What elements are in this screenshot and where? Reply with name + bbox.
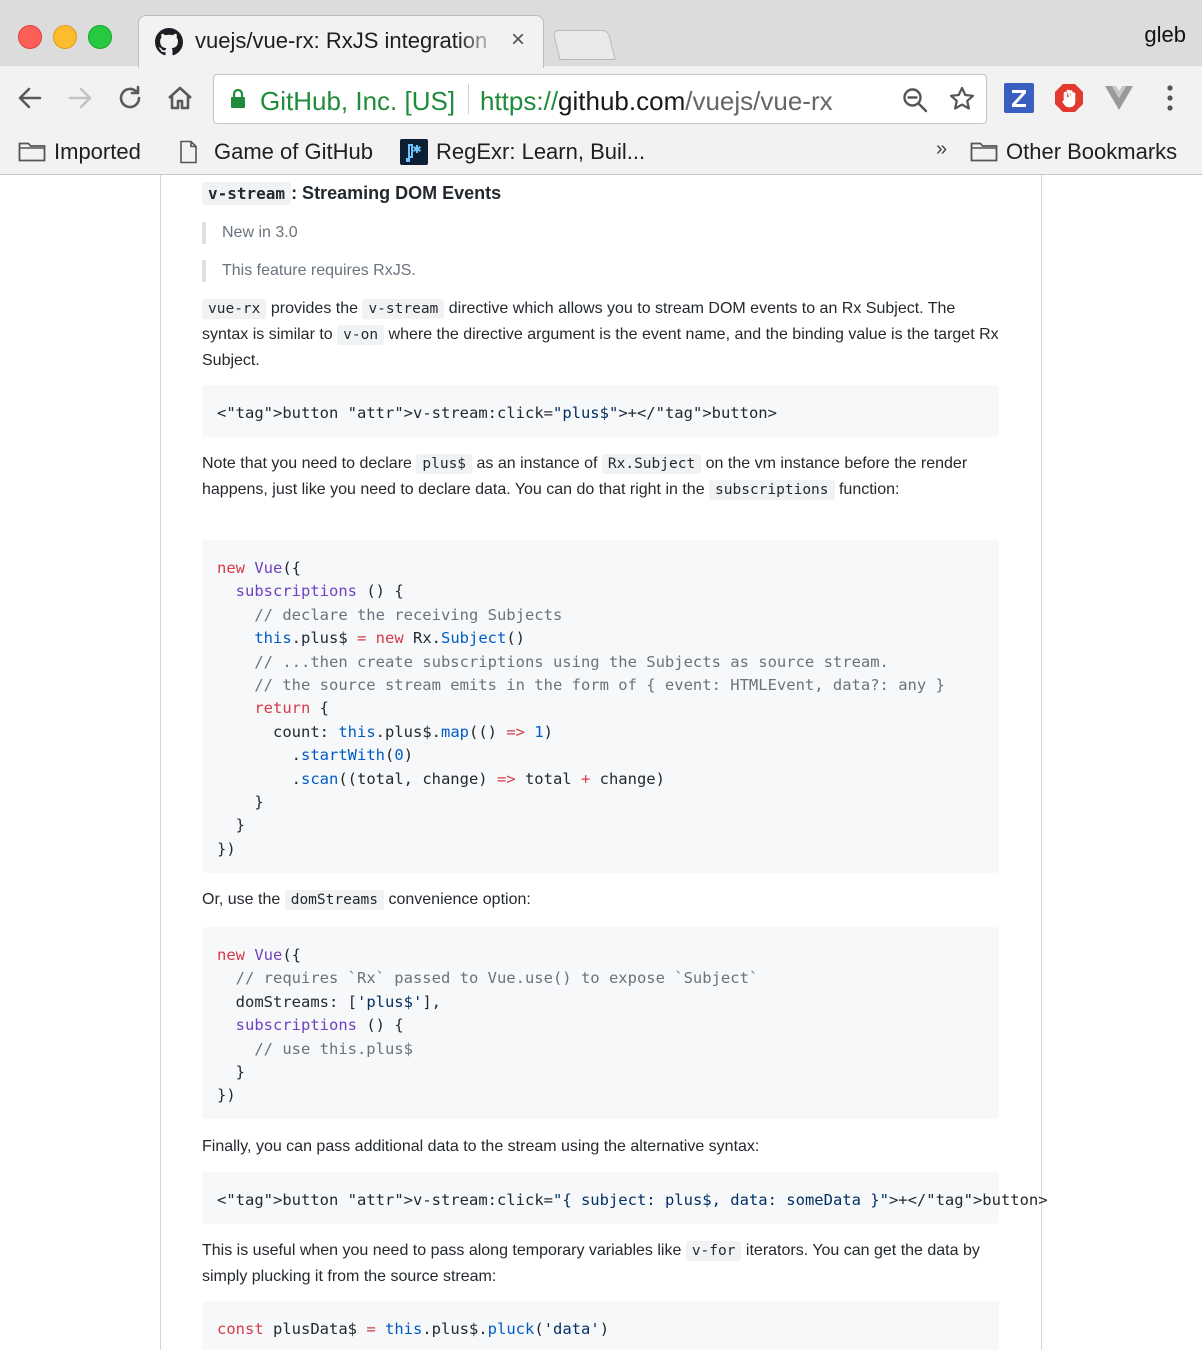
code-block-subscriptions: new Vue({ subscriptions () { // declare … [202, 540, 999, 873]
bookmark-star-icon[interactable] [948, 85, 976, 113]
inline-code: v-stream [202, 182, 292, 205]
code-block-domstreams: new Vue({ // requires `Rx` passed to Vue… [202, 927, 999, 1119]
code-block-pluck: const plusData$ = this.plus$.pluck('data… [202, 1301, 999, 1350]
inline-code: subscriptions [709, 480, 835, 500]
bookmark-label: RegExr: Learn, Buil... [436, 139, 646, 164]
folder-icon [18, 142, 46, 162]
paragraph-text: function: [834, 481, 900, 498]
profile-name[interactable]: gleb [1144, 22, 1186, 48]
paragraph-intro: vue-rx provides the v-stream directive w… [202, 296, 999, 373]
window-maximize-button[interactable] [88, 25, 112, 49]
code-block-button: <"tag">button "attr">v-stream:click="plu… [202, 385, 999, 437]
bookmark-label: Other Bookmarks [1006, 139, 1178, 164]
paragraph-text: convenience option: [384, 891, 531, 908]
inline-code: v-stream [362, 299, 445, 319]
zotero-icon[interactable] [1004, 83, 1034, 113]
paragraph-note: Note that you need to declare plus$ as a… [202, 451, 999, 503]
toolbar: GitHub, Inc. [US] https://github.com/vue… [0, 66, 1202, 132]
bookmark-label: Game of GitHub [214, 139, 373, 164]
reload-icon[interactable] [112, 80, 148, 116]
section-heading: v-stream: Streaming DOM Events [202, 182, 502, 205]
paragraph-useful: This is useful when you need to pass alo… [202, 1238, 999, 1289]
page-content: v-stream: Streaming DOM Events New in 3.… [0, 175, 1202, 1350]
page-icon [180, 140, 197, 164]
inline-code: plus$ [416, 454, 473, 474]
bookmark-other-bookmarks[interactable]: Other Bookmarks [970, 136, 1200, 168]
url-path: /vuejs/vue-rx [685, 86, 833, 116]
address-separator [468, 84, 469, 114]
back-arrow-icon[interactable] [12, 80, 48, 116]
inline-code: v-on [337, 325, 385, 345]
forward-arrow-icon[interactable] [62, 80, 98, 116]
tab-title: vuejs/vue-rx: RxJS integration [195, 28, 488, 53]
code-text: <"tag">button "attr">v-stream:click="{ s… [217, 1191, 1048, 1209]
menu-kebab-icon[interactable] [1158, 83, 1182, 113]
regexr-icon [400, 139, 428, 165]
inline-code: domStreams [284, 890, 385, 910]
tab-vue-rx[interactable]: vuejs/vue-rx: RxJS integration × [138, 15, 544, 68]
stop-hand-icon[interactable] [1054, 83, 1084, 113]
tab-title-fade [459, 26, 499, 56]
address-bar[interactable]: GitHub, Inc. [US] https://github.com/vue… [213, 74, 987, 124]
tab-strip: vuejs/vue-rx: RxJS integration × gleb [0, 0, 1202, 68]
tab-close-icon[interactable]: × [511, 27, 525, 53]
home-icon[interactable] [162, 80, 198, 116]
paragraph-or: Or, use the domStreams convenience optio… [202, 887, 999, 913]
vue-devtools-icon[interactable] [1104, 83, 1134, 113]
inline-code: Rx.Subject [601, 454, 702, 474]
zoom-out-icon[interactable] [902, 87, 928, 113]
blockquote-new-in: New in 3.0 [202, 222, 922, 244]
code-text: new Vue({ subscriptions () { // declare … [217, 559, 945, 858]
url-host: github.com [558, 86, 686, 116]
heading-text: : Streaming DOM Events [291, 183, 502, 203]
url-text[interactable]: https://github.com/vuejs/vue-rx [480, 86, 833, 117]
inline-code: v-for [685, 1241, 742, 1261]
readme-container: v-stream: Streaming DOM Events New in 3.… [160, 175, 1048, 1350]
bookmark-imported[interactable]: Imported [18, 136, 158, 168]
code-block-button-data: <"tag">button "attr">v-stream:click="{ s… [202, 1172, 1048, 1224]
paragraph-text: as an instance of [472, 455, 602, 472]
bookmark-label: Imported [54, 139, 141, 164]
new-tab-button[interactable] [552, 30, 616, 60]
github-icon [155, 28, 183, 56]
code-text: <"tag">button "attr">v-stream:click="plu… [217, 404, 777, 422]
paragraph-text: Or, use the [202, 891, 285, 908]
paragraph-text: provides the [266, 300, 363, 317]
bookmark-game-of-github[interactable]: Game of GitHub [178, 136, 388, 168]
paragraph-finally: Finally, you can pass additional data to… [202, 1138, 760, 1155]
code-text: new Vue({ // requires `Rx` passed to Vue… [217, 946, 759, 1105]
code-text: const plusData$ = this.plus$.pluck('data… [217, 1320, 610, 1338]
inline-code: vue-rx [202, 299, 267, 319]
paragraph-text: This is useful when you need to pass alo… [202, 1242, 686, 1259]
blockquote-requires: This feature requires RxJS. [202, 260, 922, 282]
window-close-button[interactable] [18, 25, 42, 49]
bookmarks-overflow-chevron[interactable]: » [936, 138, 947, 161]
bookmarks-bar: Imported Game of GitHub RegExr: Learn, B… [0, 132, 1202, 174]
site-identity[interactable]: GitHub, Inc. [US] [260, 86, 455, 117]
browser-chrome: vuejs/vue-rx: RxJS integration × gleb Gi… [0, 0, 1202, 175]
window-minimize-button[interactable] [53, 25, 77, 49]
bookmark-regexr[interactable]: RegExr: Learn, Buil... [400, 136, 670, 168]
url-scheme: https:// [480, 86, 559, 116]
paragraph-text: Note that you need to declare [202, 455, 417, 472]
folder-icon [970, 142, 998, 162]
lock-icon [231, 89, 245, 108]
